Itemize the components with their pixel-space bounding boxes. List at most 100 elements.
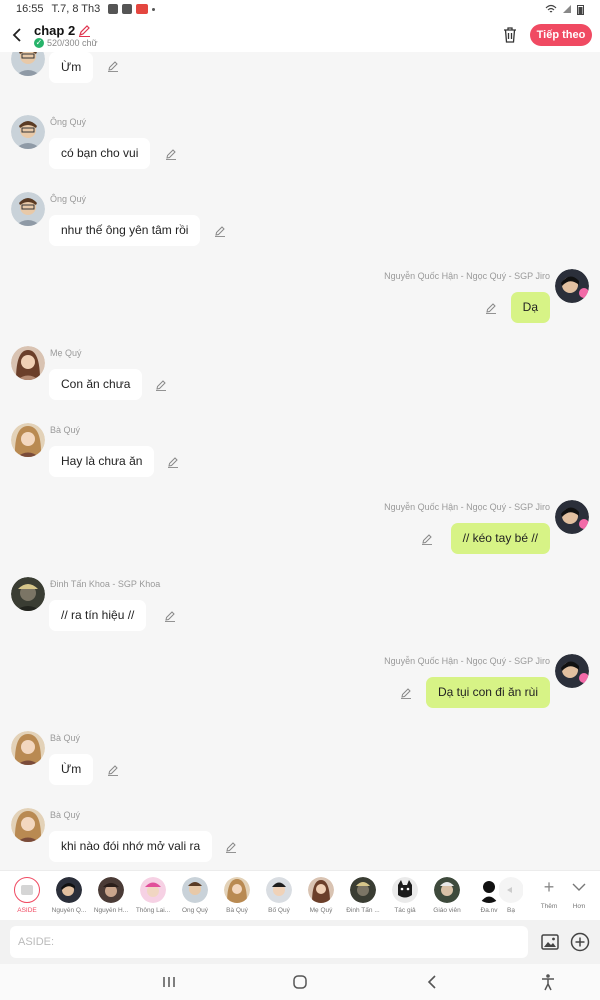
sender-name: Ông Quý <box>50 117 87 127</box>
message-bubble[interactable]: Con ăn chưa <box>49 369 143 400</box>
character-item[interactable]: Nguyễn H... <box>91 877 131 914</box>
avatar[interactable] <box>11 423 45 457</box>
signal-icon <box>563 5 571 13</box>
avatar <box>224 877 250 903</box>
accessibility-button[interactable] <box>537 972 559 992</box>
chapter-info: chap 2 ✓ 520/300 chữ <box>34 23 98 48</box>
character-item[interactable]: Ông Quý <box>175 877 215 914</box>
add-button[interactable] <box>570 932 590 952</box>
sender-name: Mẹ Quý <box>50 348 82 358</box>
character-item[interactable]: Đinh Tấn ... <box>343 877 383 914</box>
message-bubble[interactable]: Hay là chưa ăn <box>49 446 155 477</box>
pencil-icon[interactable] <box>154 378 168 392</box>
avatar <box>98 877 124 903</box>
character-item[interactable]: Giáo viên <box>427 877 467 914</box>
avatar[interactable] <box>11 115 45 149</box>
message-bubble[interactable]: Dạ tụi con đi ăn rùi <box>425 677 550 708</box>
pencil-icon[interactable] <box>166 455 180 469</box>
avatar[interactable] <box>11 808 45 842</box>
plus-icon: + <box>543 877 555 897</box>
system-navigation-bar <box>0 964 600 1000</box>
character-item[interactable]: Thông Lai... <box>133 877 173 914</box>
avatar[interactable] <box>11 731 45 765</box>
sender-name: Bà Quý <box>50 810 81 820</box>
back-button[interactable] <box>2 18 32 52</box>
sender-name: Bà Quý <box>50 733 81 743</box>
avatar[interactable] <box>555 654 589 688</box>
back-icon <box>427 975 436 989</box>
message-bubble[interactable]: Dạ <box>510 292 550 323</box>
status-time: 16:55 <box>16 3 44 15</box>
word-count: 520/300 chữ <box>47 37 98 48</box>
message-bubble[interactable]: // ra tín hiệu // <box>49 600 147 631</box>
add-character-button[interactable]: + Thêm <box>534 877 564 910</box>
message-bubble[interactable]: khi nào đói nhớ mở vali ra <box>49 831 213 862</box>
pencil-icon[interactable] <box>420 532 434 546</box>
insert-image-button[interactable] <box>540 932 560 952</box>
aside-icon <box>14 877 40 903</box>
more-characters-button[interactable]: Hơn <box>564 877 594 910</box>
pencil-icon[interactable] <box>163 609 177 623</box>
accessibility-icon <box>542 974 554 991</box>
message-bubble[interactable]: như thế ông yên tâm rồi <box>49 215 201 246</box>
character-item[interactable]: Bạ <box>499 877 523 914</box>
message-bubble[interactable]: Ừm <box>49 754 94 785</box>
recent-apps-button[interactable] <box>158 972 180 992</box>
home-button[interactable] <box>289 972 311 992</box>
pencil-icon[interactable] <box>213 224 227 238</box>
sender-name: Nguyễn Quốc Hận - Ngọc Quý - SGP Jiro <box>384 271 550 281</box>
delete-button[interactable] <box>500 25 520 45</box>
pencil-icon[interactable] <box>164 147 178 161</box>
character-item[interactable]: Bố Quý <box>259 877 299 914</box>
system-icons <box>545 4 584 15</box>
avatar <box>434 877 460 903</box>
avatar <box>499 877 523 903</box>
check-icon: ✓ <box>34 37 44 48</box>
pencil-icon[interactable] <box>106 59 120 73</box>
chevron-down-icon <box>572 877 586 901</box>
character-item[interactable]: Bà Quý <box>217 877 257 914</box>
avatar[interactable] <box>11 577 45 611</box>
app-notification-icon <box>136 4 149 14</box>
sender-name: Bà Quý <box>50 425 81 435</box>
composer <box>0 920 600 964</box>
avatar <box>56 877 82 903</box>
pencil-icon[interactable] <box>399 686 413 700</box>
more-notifications-icon <box>152 7 156 11</box>
avatar[interactable] <box>11 52 45 76</box>
next-button[interactable]: Tiếp theo <box>530 24 592 46</box>
message-bubble[interactable]: Ừm <box>49 52 94 83</box>
editor-header: chap 2 ✓ 520/300 chữ Tiếp theo <box>0 18 600 52</box>
avatar[interactable] <box>11 192 45 226</box>
character-item[interactable]: Mẹ Quý <box>301 877 341 914</box>
pencil-icon[interactable] <box>484 301 498 315</box>
avatar <box>182 877 208 903</box>
message-input[interactable] <box>10 926 528 958</box>
message-bubble[interactable]: có bạn cho vui <box>49 138 151 169</box>
plus-circle-icon <box>570 932 590 952</box>
recent-apps-icon <box>163 977 175 987</box>
avatar[interactable] <box>555 269 589 303</box>
status-date: T.7, 8 Th3 <box>51 3 101 15</box>
character-aside[interactable]: ASIDE <box>7 877 47 914</box>
back-arrow-icon <box>12 28 21 42</box>
character-item[interactable]: Nguyễn Q... <box>49 877 89 914</box>
avatar[interactable] <box>555 500 589 534</box>
pencil-icon[interactable] <box>106 763 120 777</box>
sender-name: Nguyễn Quốc Hận - Ngọc Quý - SGP Jiro <box>384 502 550 512</box>
notification-icons <box>108 4 156 14</box>
nav-back-button[interactable] <box>421 972 443 992</box>
avatar[interactable] <box>11 346 45 380</box>
sender-name: Nguyễn Quốc Hận - Ngọc Quý - SGP Jiro <box>384 656 550 666</box>
pencil-icon[interactable] <box>78 24 91 37</box>
avatar <box>308 877 334 903</box>
avatar <box>350 877 376 903</box>
character-selector: ASIDE Nguyễn Q... Nguyễn H... Thông Lai.… <box>0 870 600 920</box>
pencil-icon[interactable] <box>224 840 238 854</box>
wifi-icon <box>545 4 557 13</box>
message-bubble[interactable]: // kéo tay bé // <box>450 523 550 554</box>
battery-icon <box>577 4 584 15</box>
avatar <box>266 877 292 903</box>
chat-area[interactable]: Ừm Ông Quý có bạn cho vui Ông Quý như th… <box>0 52 600 870</box>
character-item[interactable]: Tác giả <box>385 877 425 914</box>
